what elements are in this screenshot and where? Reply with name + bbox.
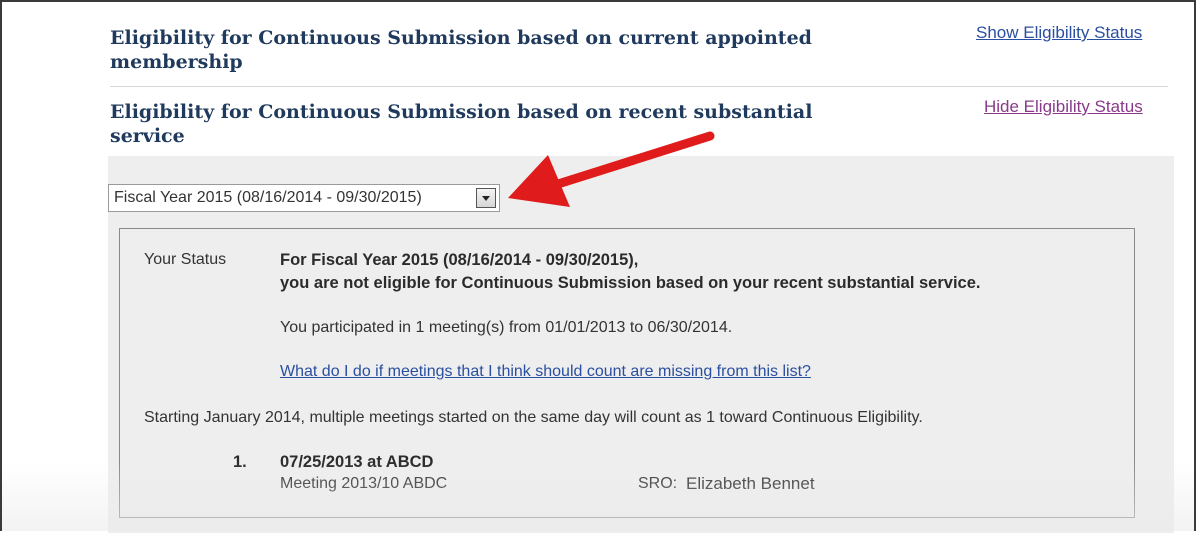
page-frame: Eligibility for Continuous Submission ba… <box>0 0 1196 533</box>
meeting-number: 1. <box>233 453 247 471</box>
status-box: Your Status For Fiscal Year 2015 (08/16/… <box>119 228 1135 518</box>
meeting-id: Meeting 2013/10 ABDC <box>280 475 448 492</box>
continuous-eligibility-note: Starting January 2014, multiple meetings… <box>144 409 923 426</box>
status-heading-line1: For Fiscal Year 2015 (08/16/2014 - 09/30… <box>280 251 639 269</box>
sro-name: Elizabeth Bennet <box>686 474 815 493</box>
meeting-date-location: 07/25/2013 at ABCD <box>280 453 434 471</box>
sro-label: SRO: <box>638 475 678 492</box>
your-status-label: Your Status <box>144 251 227 268</box>
status-heading-line2: you are not eligible for Continuous Subm… <box>280 274 981 292</box>
participation-text: You participated in 1 meeting(s) from 01… <box>280 319 733 336</box>
missing-meetings-help-link[interactable]: What do I do if meetings that I think sh… <box>280 363 811 381</box>
